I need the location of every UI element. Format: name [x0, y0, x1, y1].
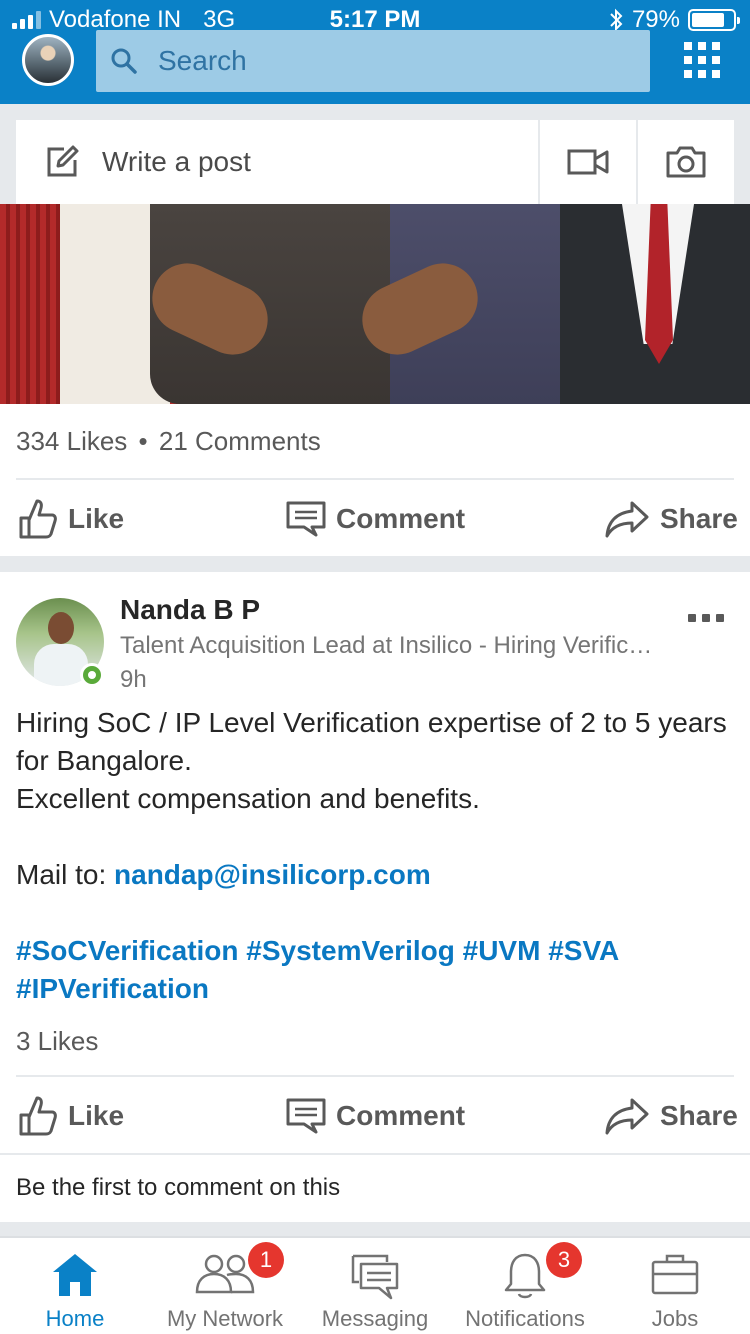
tab-label: Notifications — [465, 1306, 585, 1331]
comment-button[interactable]: Comment — [286, 480, 465, 558]
likes-count[interactable]: 3 Likes — [16, 1026, 98, 1057]
tab-label: My Network — [166, 1306, 284, 1331]
share-label: Share — [660, 1100, 738, 1131]
write-post-label: Write a post — [102, 146, 251, 177]
share-button[interactable]: Share — [604, 480, 738, 558]
comment-icon — [286, 501, 326, 537]
post-text: Hiring SoC / IP Level Verification exper… — [16, 704, 734, 1008]
post-text-line: Excellent compensation and benefits. — [16, 783, 480, 814]
comment-label: Comment — [336, 1100, 466, 1131]
hashtags[interactable]: #IPVerification — [16, 970, 734, 1008]
feed-card-2: Nanda B P Talent Acquisition Lead at Ins… — [0, 572, 750, 1222]
divider — [0, 1153, 750, 1155]
hashtags[interactable]: #SoCVerification #SystemVerilog #UVM #SV… — [16, 932, 734, 970]
comment-prompt[interactable]: Be the first to comment on this — [16, 1174, 340, 1202]
comment-button[interactable]: Comment — [286, 1077, 465, 1155]
tab-jobs[interactable]: Jobs — [600, 1238, 750, 1334]
more-options-icon[interactable] — [688, 614, 724, 622]
feed-card-1: 334 Likes • 21 Comments Like Comment Sha… — [0, 204, 750, 556]
bottom-tab-bar: Home 1 My Network Messaging 3 Notificati… — [0, 1236, 750, 1334]
search-icon — [111, 48, 137, 74]
home-icon — [53, 1254, 97, 1296]
share-icon — [605, 1098, 649, 1135]
mail-label: Mail to: — [16, 859, 115, 890]
tab-label: Jobs — [651, 1306, 699, 1331]
share-icon — [605, 501, 649, 538]
compose-icon — [47, 145, 79, 177]
photo-button[interactable] — [636, 120, 734, 204]
like-button[interactable]: Like — [18, 480, 124, 558]
network-icon — [195, 1254, 255, 1294]
comments-count[interactable]: 21 Comments — [159, 426, 321, 456]
briefcase-icon — [651, 1254, 699, 1295]
engagement-counts[interactable]: 334 Likes • 21 Comments — [16, 426, 321, 457]
thumbs-up-icon — [19, 499, 57, 539]
share-button[interactable]: Share — [604, 1077, 738, 1155]
mail-line: Mail to: nandap@insilicorp.com — [16, 856, 734, 894]
profile-avatar[interactable] — [22, 34, 74, 86]
author-headline: Talent Acquisition Lead at Insilico - Hi… — [120, 632, 653, 659]
share-label: Share — [660, 503, 738, 534]
notification-badge: 1 — [248, 1242, 284, 1278]
notification-badge: 3 — [546, 1242, 582, 1278]
tab-my-network[interactable]: 1 My Network — [150, 1238, 300, 1334]
tab-label: Messaging — [321, 1306, 429, 1331]
tab-notifications[interactable]: 3 Notifications — [450, 1238, 600, 1334]
search-placeholder: Search — [158, 45, 247, 76]
like-label: Like — [68, 1100, 125, 1131]
search-bar[interactable]: Search — [96, 30, 650, 92]
share-box: Write a post — [16, 120, 734, 204]
like-label: Like — [68, 503, 125, 534]
count-separator: • — [138, 426, 148, 456]
author-name[interactable]: Nanda B P — [120, 594, 260, 626]
app-header: Vodafone IN 3G 5:17 PM 79% Search — [0, 0, 750, 104]
likes-count[interactable]: 334 Likes — [16, 426, 127, 456]
like-button[interactable]: Like — [18, 1077, 124, 1155]
comment-icon — [286, 1098, 326, 1134]
online-status-icon — [80, 663, 104, 687]
post-text-line: Hiring SoC / IP Level Verification exper… — [16, 707, 727, 776]
tab-label: Home — [45, 1306, 105, 1331]
post-image[interactable] — [0, 204, 750, 404]
video-button[interactable] — [538, 120, 636, 204]
camera-icon — [666, 146, 706, 178]
post-actions: Like Comment Share — [0, 1077, 750, 1155]
video-icon — [567, 149, 609, 175]
tab-home[interactable]: Home — [0, 1238, 150, 1334]
email-link[interactable]: nandap@insilicorp.com — [114, 859, 431, 890]
comment-label: Comment — [336, 503, 466, 534]
write-post-button[interactable]: Write a post — [16, 120, 538, 204]
bluetooth-icon — [610, 8, 623, 32]
battery-icon — [688, 9, 740, 31]
apps-grid-icon[interactable] — [684, 42, 720, 78]
messaging-icon — [351, 1254, 399, 1300]
post-actions: Like Comment Share — [0, 480, 750, 558]
thumbs-up-icon — [19, 1096, 57, 1136]
tab-messaging[interactable]: Messaging — [300, 1238, 450, 1334]
post-timestamp: 9h — [120, 666, 147, 693]
bell-icon — [504, 1253, 546, 1299]
